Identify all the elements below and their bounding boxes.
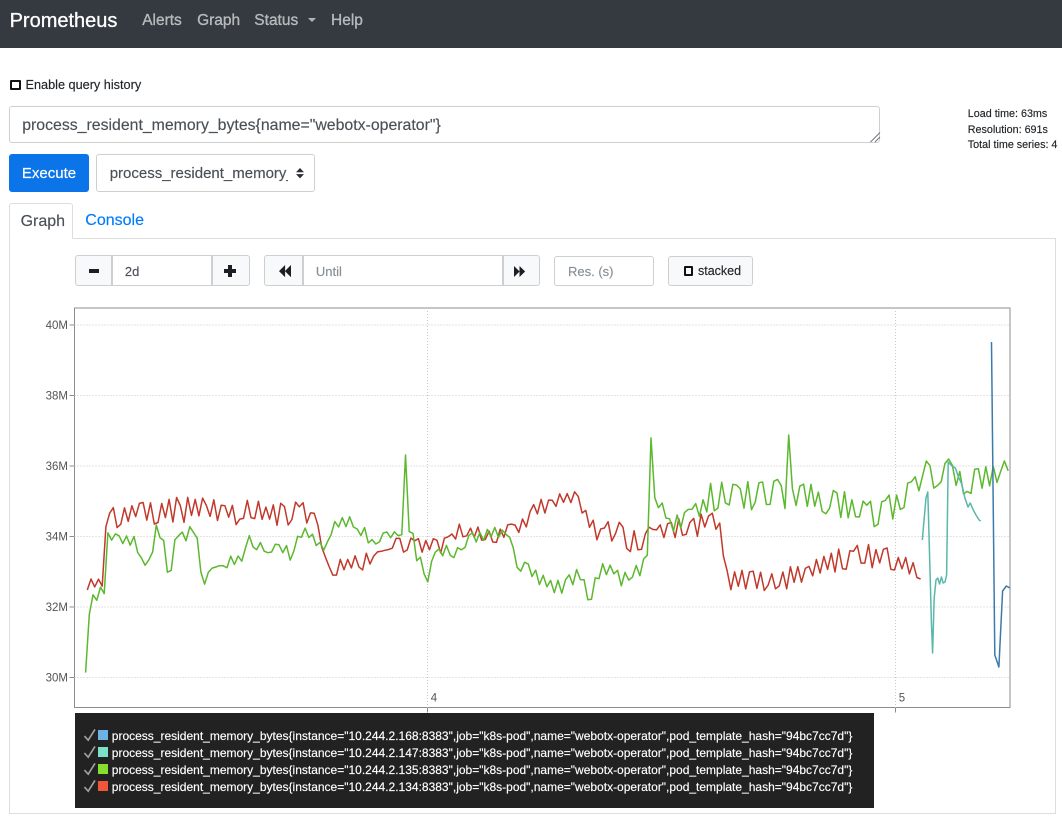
svg-text:38M: 38M (46, 391, 68, 403)
svg-text:40M: 40M (46, 320, 68, 332)
svg-text:36M: 36M (46, 461, 68, 473)
svg-text:4: 4 (431, 693, 438, 705)
svg-text:30M: 30M (46, 673, 68, 685)
svg-text:34M: 34M (46, 532, 68, 544)
svg-text:5: 5 (899, 693, 905, 705)
svg-text:32M: 32M (46, 602, 68, 614)
